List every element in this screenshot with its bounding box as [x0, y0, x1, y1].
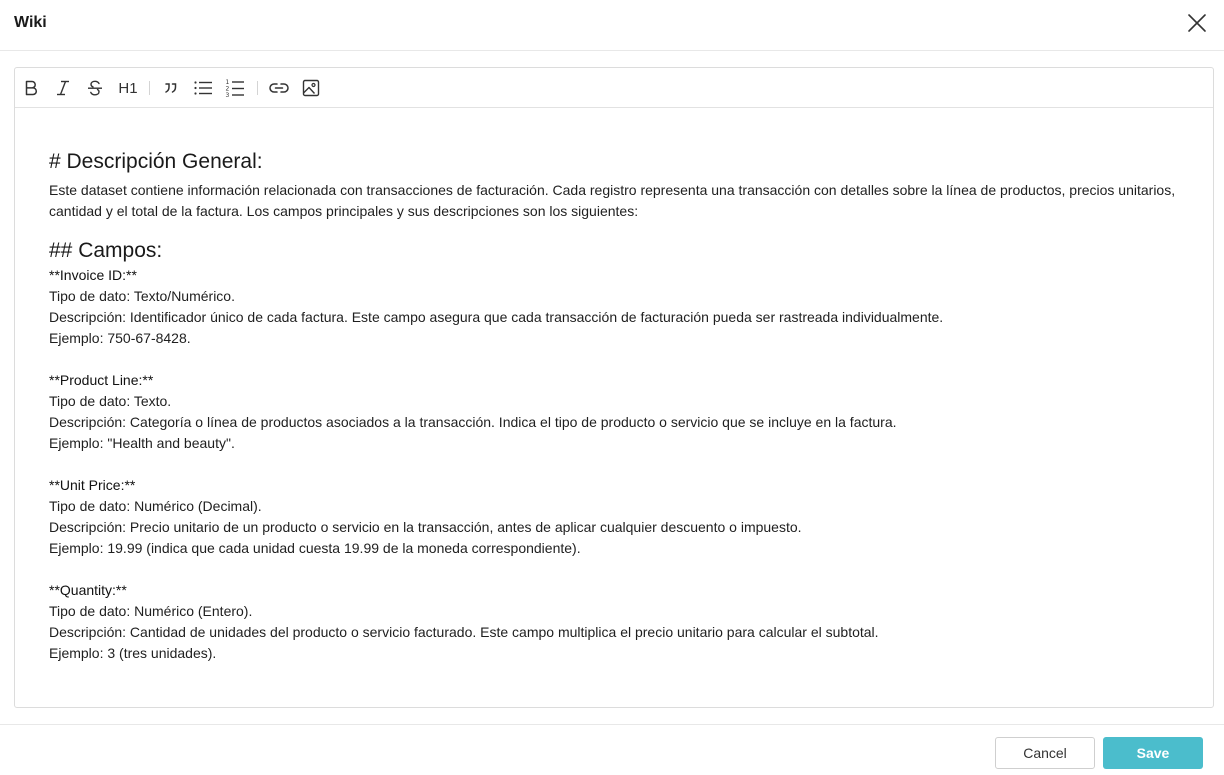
bold-button[interactable] [19, 76, 43, 100]
field-name: **Product Line:** [49, 372, 154, 388]
field-description: Descripción: Cantidad de unidades del pr… [49, 624, 879, 640]
dialog-header: Wiki [0, 0, 1224, 51]
content-heading-2: ## Campos: [49, 239, 163, 262]
editor-content[interactable]: # Descripción General: Este dataset cont… [49, 148, 1179, 664]
italic-button[interactable] [51, 76, 75, 100]
strikethrough-button[interactable] [83, 76, 107, 100]
bulleted-list-button[interactable] [191, 76, 215, 100]
field-description: Descripción: Precio unitario de un produ… [49, 519, 802, 535]
field-block-unit-price: **Unit Price:** Tipo de dato: Numérico (… [49, 475, 1179, 559]
intro-paragraph: Este dataset contiene información relaci… [49, 182, 1176, 219]
field-type: Tipo de dato: Texto. [49, 393, 172, 409]
field-block-invoice-id: **Invoice ID:** Tipo de dato: Texto/Numé… [49, 265, 1179, 349]
editor-toolbar: H1 1 2 3 [15, 68, 1213, 108]
field-example: Ejemplo: 750-67-8428. [49, 330, 191, 346]
link-button[interactable] [267, 76, 291, 100]
numbered-list-button[interactable]: 1 2 3 [223, 76, 247, 100]
heading-icon: H1 [118, 79, 138, 97]
field-type: Tipo de dato: Numérico (Decimal). [49, 498, 262, 514]
heading-button[interactable]: H1 [115, 76, 141, 100]
field-example: Ejemplo: 19.99 (indica que cada unidad c… [49, 540, 581, 556]
bulleted-list-icon [194, 81, 212, 95]
image-button[interactable] [299, 76, 323, 100]
field-type: Tipo de dato: Texto/Numérico. [49, 288, 235, 304]
image-icon [302, 79, 320, 97]
field-name: **Unit Price:** [49, 477, 136, 493]
cancel-button[interactable]: Cancel [995, 737, 1095, 769]
markdown-editor[interactable]: H1 1 2 3 # Descripción General: Este dat… [14, 67, 1214, 708]
save-button[interactable]: Save [1103, 737, 1203, 769]
close-icon [1188, 14, 1206, 32]
field-name: **Invoice ID:** [49, 267, 137, 283]
svg-text:3: 3 [226, 92, 230, 98]
field-type: Tipo de dato: Numérico (Entero). [49, 603, 253, 619]
close-button[interactable] [1186, 12, 1208, 34]
strikethrough-icon [88, 80, 102, 96]
field-example: Ejemplo: 3 (tres unidades). [49, 645, 217, 661]
field-description: Descripción: Identificador único de cada… [49, 309, 944, 325]
quote-button[interactable] [159, 76, 183, 100]
field-block-quantity: **Quantity:** Tipo de dato: Numérico (En… [49, 580, 1179, 664]
field-block-product-line: **Product Line:** Tipo de dato: Texto. D… [49, 370, 1179, 454]
field-name: **Quantity:** [49, 582, 127, 598]
dialog-title: Wiki [14, 14, 47, 31]
content-heading-1: # Descripción General: [49, 150, 263, 173]
field-description: Descripción: Categoría o línea de produc… [49, 414, 897, 430]
italic-icon [57, 80, 69, 96]
toolbar-divider [149, 81, 150, 95]
field-example: Ejemplo: "Health and beauty". [49, 435, 235, 451]
quote-icon [165, 83, 177, 93]
bold-icon [25, 80, 37, 96]
link-icon [269, 83, 289, 93]
dialog-footer: Cancel Save [0, 724, 1224, 775]
toolbar-divider [257, 81, 258, 95]
numbered-list-icon: 1 2 3 [226, 79, 244, 98]
